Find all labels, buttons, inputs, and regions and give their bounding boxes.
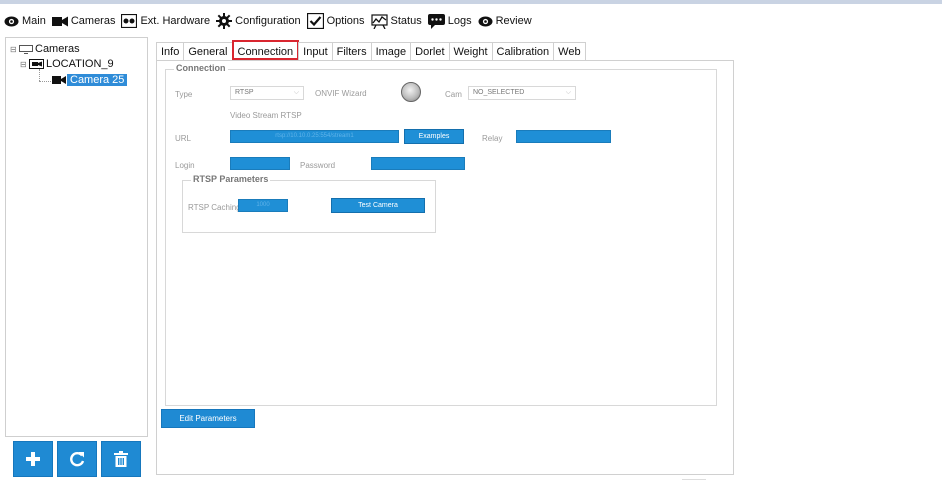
onvif-wizard-label: ONVIF Wizard [315,89,367,98]
tree-connector [39,69,40,81]
eye-icon [4,16,19,26]
monitor-icon [19,44,33,54]
menu-ext-hardware[interactable]: Ext. Hardware [121,10,210,32]
tree-node-location[interactable]: ⊟ LOCATION_9 [20,57,114,71]
examples-button[interactable]: Examples [404,129,464,144]
menu-logs[interactable]: Logs [427,10,472,32]
onvif-wizard-button[interactable] [401,82,421,102]
video-camera-icon [52,76,66,84]
tab-web[interactable]: Web [553,42,586,60]
tree-node-cameras[interactable]: ⊟ Cameras [10,42,80,56]
rtsp-parameters-legend: RTSP Parameters [191,174,271,184]
cam-label: Cam [445,90,462,99]
menu-configuration[interactable]: Configuration [216,10,301,32]
menu-ext-hardware-label: Ext. Hardware [140,15,211,27]
tab-weight[interactable]: Weight [448,42,493,60]
tree-actions [13,441,141,477]
tab-calibration[interactable]: Calibration [491,42,555,60]
settings-tabs: Info General Connection Input Filters Im… [156,40,586,60]
tab-filters[interactable]: Filters [331,42,372,60]
eye-icon [478,16,493,26]
refresh-icon [70,452,85,467]
tab-info[interactable]: Info [156,42,185,60]
tree-label-location: LOCATION_9 [46,58,114,70]
url-label: URL [175,134,192,143]
rtsp-parameters-group: RTSP Parameters RTSP Caching 1000 Test C… [182,174,436,233]
relay-field[interactable] [516,130,611,143]
menu-options-label: Options [326,15,365,27]
main-menu: Main Cameras Ext. Hardware Configuration… [0,8,942,34]
camera-tree: ⊟ Cameras ⊟ LOCATION_9 Camera 25 [5,37,148,437]
collapse-toggle-icon[interactable]: ⊟ [20,60,29,69]
menu-options[interactable]: Options [306,10,365,32]
refresh-button[interactable] [57,441,97,477]
test-camera-button[interactable]: Test Camera [331,198,425,213]
menu-logs-label: Logs [447,15,472,27]
window-edge [682,479,706,483]
tree-label-cameras: Cameras [35,43,80,55]
relay-label: Relay [482,134,503,143]
video-stream-label: Video Stream RTSP [230,111,302,120]
menu-cameras-label: Cameras [70,15,116,27]
edit-parameters-button[interactable]: Edit Parameters [161,409,255,428]
tab-dorlet[interactable]: Dorlet [410,42,450,60]
delete-button[interactable] [101,441,141,477]
tree-node-camera[interactable]: Camera 25 [52,73,128,87]
type-select-value: RTSP [235,89,254,96]
menu-review-label: Review [495,15,532,27]
tree-label-camera: Camera 25 [67,74,128,86]
password-label: Password [300,161,336,170]
menu-cameras[interactable]: Cameras [51,10,116,32]
menu-main-label: Main [22,15,46,27]
add-button[interactable] [13,441,53,477]
type-select[interactable]: RTSP ⌵ [230,86,304,100]
login-field[interactable] [230,157,290,170]
location-folder-icon [29,59,44,69]
login-label: Login [175,161,195,170]
tab-input[interactable]: Input [298,42,333,60]
rtsp-caching-label: RTSP Caching [188,203,241,212]
chart-icon [370,13,388,29]
gear-icon [216,13,233,29]
trash-icon [114,451,128,467]
type-label: Type [175,90,193,99]
cam-select-value: NO_SELECTED [473,89,525,96]
menu-configuration-label: Configuration [235,15,301,27]
connection-panel: Connection Type RTSP ⌵ ONVIF Wizard Cam … [156,60,734,475]
plus-icon [26,452,40,466]
chat-bubble-icon [427,13,445,29]
password-field[interactable] [371,157,465,170]
tree-connector [39,81,51,82]
url-field[interactable]: rtsp://10.10.0.25:554/stream1 [230,130,399,143]
checkbox-icon [306,13,324,29]
hardware-icon [121,14,138,28]
chevron-down-icon: ⌵ [565,89,571,96]
tab-image[interactable]: Image [370,42,412,60]
video-camera-icon [51,16,68,26]
rtsp-caching-field[interactable]: 1000 [238,199,288,212]
collapse-toggle-icon[interactable]: ⊟ [10,45,19,54]
menu-status[interactable]: Status [370,10,422,32]
tab-connection[interactable]: Connection [231,40,300,60]
window-top-border [0,0,942,4]
connection-legend: Connection [174,63,228,73]
menu-status-label: Status [390,15,422,27]
menu-review[interactable]: Review [478,10,532,32]
tab-general[interactable]: General [183,42,233,60]
connection-group: Connection Type RTSP ⌵ ONVIF Wizard Cam … [165,63,717,406]
menu-main[interactable]: Main [4,10,46,32]
cam-select[interactable]: NO_SELECTED ⌵ [468,86,576,100]
chevron-down-icon: ⌵ [293,89,299,96]
